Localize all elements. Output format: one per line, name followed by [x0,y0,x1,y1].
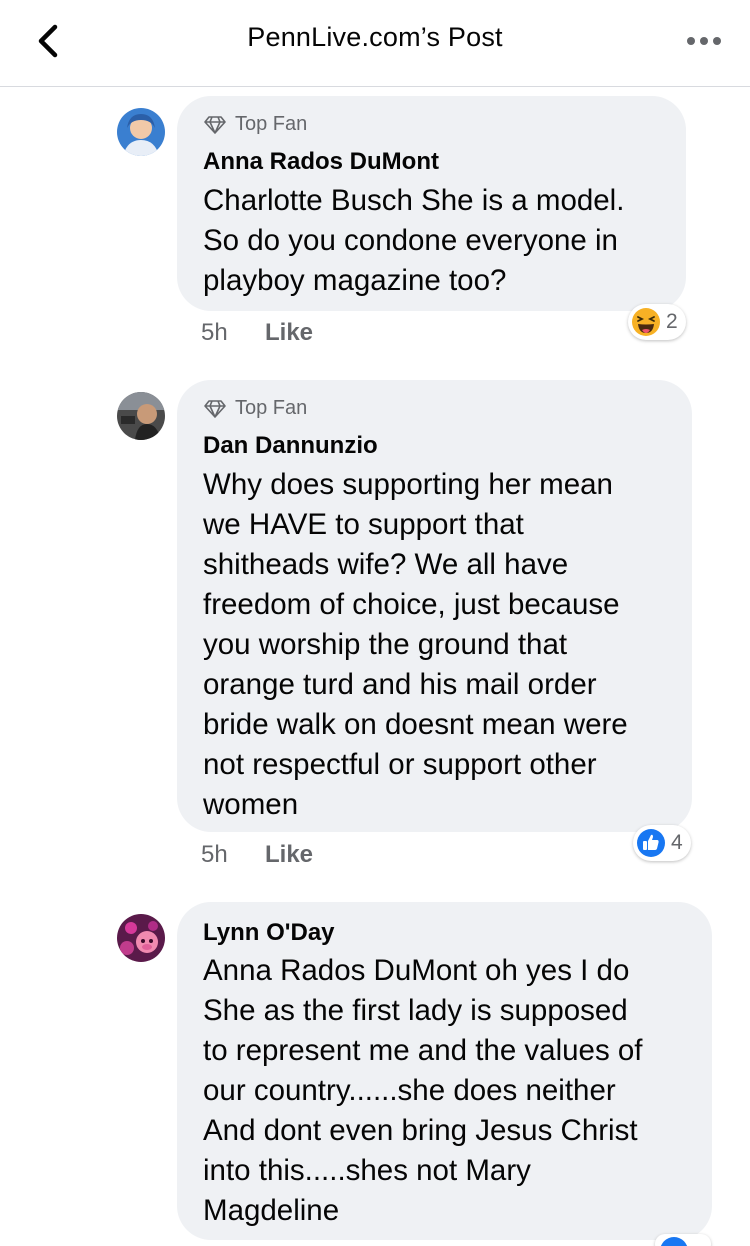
comment-line: Why does supporting her mean [203,468,613,501]
comment-text: Charlotte Busch She is a model. So do yo… [203,181,624,301]
comment-author[interactable]: Lynn O'Day [203,919,335,947]
top-fan-badge: Top Fan [203,113,307,136]
like-button[interactable]: Like [265,319,313,347]
ellipsis-icon [687,37,721,45]
comment-text: Why does supporting her mean we HAVE to … [203,465,628,825]
comment-author[interactable]: Anna Rados DuMont [203,148,439,176]
top-fan-badge: Top Fan [203,397,307,420]
reaction-summary[interactable]: 2 [628,304,686,340]
comment-timestamp: 5h [201,319,228,346]
comment-line: Anna Rados DuMont oh yes I do [203,954,630,987]
avatar[interactable] [117,392,165,440]
comment-line: our country......she does neither [203,1074,616,1107]
comment-line: we HAVE to support that [203,508,524,541]
badge-label: Top Fan [235,397,308,419]
diamond-icon [204,399,226,418]
comment-bubble[interactable]: Top Fan Dan Dannunzio Why does supportin… [177,380,692,832]
comment-line: you worship the ground that [203,628,568,661]
post-comments-screen: PennLive.com’s Post Top Fan Anna Rados D… [0,0,750,1246]
reaction-count: 4 [671,831,683,854]
comment-line: And dont even bring Jesus Christ [203,1114,638,1147]
comment-line: orange turd and his mail order [203,668,597,701]
avatar[interactable] [117,914,165,962]
comment-bubble[interactable]: Top Fan Anna Rados DuMont Charlotte Busc… [177,96,686,311]
comment-line: bride walk on doesnt mean were [203,708,628,741]
comment-author[interactable]: Dan Dannunzio [203,432,378,460]
top-navigation-bar: PennLive.com’s Post [0,0,750,87]
more-options-button[interactable] [682,26,726,56]
comment-line: She as the first lady is supposed [203,994,628,1027]
comment-line: playboy magazine too? [203,264,507,297]
comment-line: Magdeline [203,1194,340,1227]
comment-line: to represent me and the values of [203,1034,643,1067]
haha-reaction-icon [632,308,660,336]
comment-line: Charlotte Busch She is a model. [203,184,625,217]
comment-line: shitheads wife? We all have [203,548,569,581]
reaction-count: 2 [666,310,678,333]
comment-line: So do you condone everyone in [203,224,618,257]
page-title: PennLive.com’s Post [247,22,503,52]
comment-line: women [203,788,299,821]
avatar[interactable] [117,108,165,156]
comment-line: into this.....shes not Mary [203,1154,531,1187]
badge-label: Top Fan [235,113,308,135]
like-button[interactable]: Like [265,841,313,869]
like-reaction-icon [660,1237,688,1246]
comment-bubble[interactable]: Lynn O'Day Anna Rados DuMont oh yes I do… [177,902,712,1240]
reaction-summary[interactable] [655,1234,711,1246]
like-reaction-icon [637,829,665,857]
reaction-summary[interactable]: 4 [633,825,691,861]
comment-timestamp: 5h [201,841,228,868]
diamond-icon [204,115,226,134]
comment-text: Anna Rados DuMont oh yes I do She as the… [203,951,643,1231]
comment-line: not respectful or support other [203,748,597,781]
comment-line: freedom of choice, just because [203,588,620,621]
